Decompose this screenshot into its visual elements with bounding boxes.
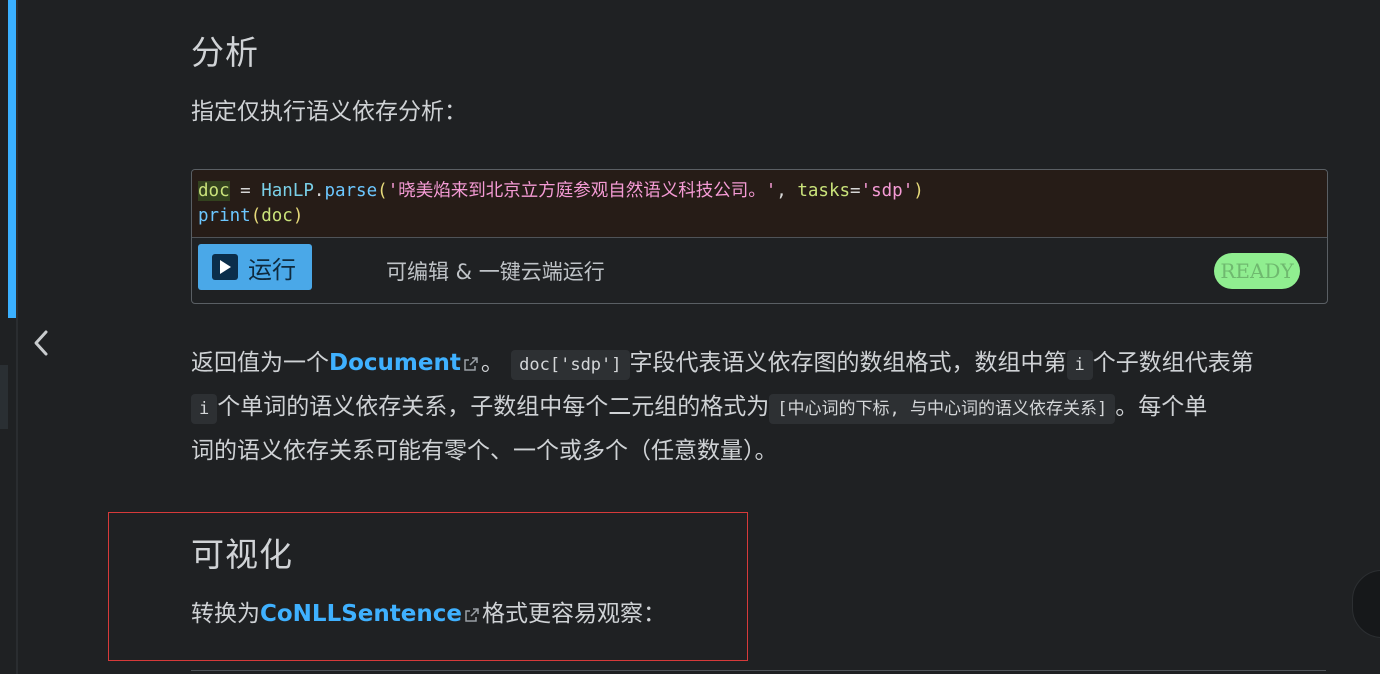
code-token-arg: doc: [261, 206, 293, 226]
code-token-comma: ,: [776, 181, 798, 201]
sidebar-collapse-button[interactable]: [28, 326, 54, 360]
code-token-string: '晓美焰来到北京立方庭参观自然语义科技公司。': [387, 181, 777, 201]
text-span: 格式更容易观察：: [481, 601, 666, 627]
floating-action-button[interactable]: [1352, 570, 1380, 638]
inline-code: doc['sdp']: [511, 350, 630, 380]
text-span: 转换为: [191, 601, 260, 627]
code-token-dot: .: [313, 181, 325, 201]
document-link[interactable]: Document: [329, 350, 461, 376]
code-token-string: 'sdp': [860, 181, 914, 201]
code-token-op: =: [229, 181, 262, 201]
sidebar-rail-marker: [0, 365, 8, 429]
run-button[interactable]: 运行: [198, 244, 312, 290]
external-link-icon: [465, 607, 479, 622]
next-code-cell-border: [191, 670, 1326, 671]
code-cell: doc = HanLP.parse('晓美焰来到北京立方庭参观自然语义科技公司。…: [191, 169, 1328, 304]
code-token-equals: =: [850, 181, 861, 201]
code-token-paren: (: [377, 181, 388, 201]
code-token-class: HanLP: [261, 181, 314, 201]
code-token-paren: (: [250, 206, 262, 226]
text-span: 个子数组代表第: [1092, 350, 1254, 376]
play-icon: [212, 254, 238, 280]
text-span: 。: [480, 350, 504, 376]
inline-code: [中心词的下标, 与中心词的语义依存关系]: [769, 394, 1116, 424]
code-token-paren: ): [913, 181, 924, 201]
visualize-intro: 转换为CoNLLSentence 格式更容易观察：: [191, 594, 666, 634]
text-span: 字段代表语义依存图的数组格式，数组中第: [629, 350, 1067, 376]
chevron-left-icon: [34, 330, 48, 356]
doc-page: 分析 指定仅执行语义依存分析： doc = HanLP.parse('晓美焰来到…: [0, 0, 1380, 674]
conllsentence-link[interactable]: CoNLLSentence: [260, 601, 462, 627]
text-span: 词的语义依存关系可能有零个、一个或多个（任意数量）。: [191, 438, 778, 464]
text-span: 返回值为一个: [191, 350, 329, 376]
run-hint: 可编辑 & 一键云端运行: [386, 260, 605, 284]
external-link-icon: [464, 356, 478, 371]
section-heading-visualize: 可视化: [191, 535, 293, 574]
text-span: 个单词的语义依存关系，子数组中每个二元组的格式为: [217, 394, 770, 420]
analysis-intro: 指定仅执行语义依存分析：: [191, 99, 467, 125]
inline-code: i: [191, 394, 218, 424]
result-description: 返回值为一个Document 。 doc['sdp'] 字段代表语义依存图的数组格式…: [191, 342, 1331, 472]
section-heading-analysis: 分析: [191, 33, 259, 72]
code-token-keyword-arg: tasks: [797, 181, 851, 201]
code-token-function: print: [198, 206, 251, 226]
code-token-var: doc: [198, 181, 230, 201]
text-span: 。每个单: [1115, 394, 1208, 420]
code-editor[interactable]: doc = HanLP.parse('晓美焰来到北京立方庭参观自然语义科技公司。…: [192, 170, 1327, 238]
run-button-label: 运行: [248, 255, 296, 284]
code-token-function: parse: [324, 181, 378, 201]
code-token-paren: ): [292, 206, 304, 226]
status-badge: READY: [1214, 253, 1300, 289]
sidebar-rail: [16, 0, 18, 674]
sidebar-accent-bar: [8, 0, 16, 318]
inline-code: i: [1066, 350, 1093, 380]
